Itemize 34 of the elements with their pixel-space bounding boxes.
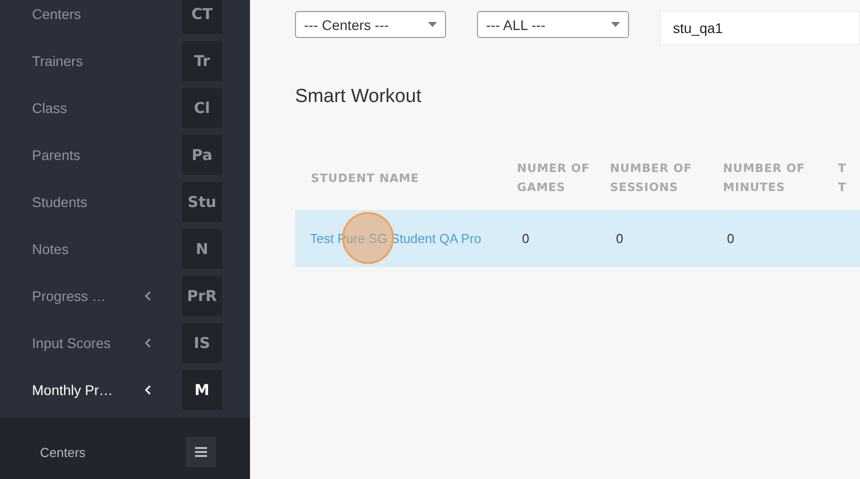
menu-item[interactable]: Trainers bbox=[32, 52, 182, 68]
column-header: NUMBER OF SESSIONS bbox=[610, 160, 694, 196]
column-header: NUMER OF GAMES bbox=[516, 160, 591, 196]
menu-item[interactable]: Students bbox=[32, 194, 182, 210]
menu-item[interactable]: Parents bbox=[32, 146, 182, 162]
column-header: T T bbox=[838, 160, 848, 196]
column-header: NUMBER OF MINUTES bbox=[723, 160, 806, 196]
section-title: Smart Workout bbox=[295, 86, 422, 108]
column-header: STUDENT NAME bbox=[310, 170, 420, 186]
dropdown[interactable]: --- ALL --- bbox=[477, 11, 629, 38]
caret-icon bbox=[611, 22, 620, 27]
menu-abbreviation-tile[interactable]: Tr bbox=[182, 40, 222, 80]
menu-abbreviation-tile[interactable]: PrR bbox=[182, 276, 222, 316]
table-cell: 0 bbox=[522, 230, 530, 246]
search-field[interactable]: stu_qa1 bbox=[660, 11, 860, 45]
menu-abbreviation-tile[interactable]: IS bbox=[182, 322, 222, 362]
dropdown[interactable]: --- Centers --- bbox=[295, 11, 446, 38]
menu-abbreviation-tile[interactable]: Cl bbox=[182, 88, 222, 128]
menu-icon[interactable] bbox=[186, 437, 216, 467]
menu-abbreviation-tile[interactable]: M bbox=[182, 370, 222, 410]
menu-item[interactable]: Monthly Pr… bbox=[32, 382, 144, 398]
menu-item[interactable]: Input Scores bbox=[32, 334, 144, 350]
menu-item[interactable]: Centers bbox=[32, 6, 182, 22]
submenu-item[interactable]: Centers bbox=[40, 444, 186, 460]
menu-abbreviation-tile[interactable]: Stu bbox=[182, 182, 222, 222]
menu-abbreviation-tile[interactable]: N bbox=[182, 228, 222, 268]
menu-abbreviation-tile[interactable]: Pa bbox=[182, 134, 222, 174]
menu-abbreviation-tile[interactable]: CT bbox=[182, 0, 222, 34]
menu-item[interactable]: Notes bbox=[32, 240, 182, 256]
menu-item[interactable]: Progress … bbox=[32, 288, 144, 304]
table-cell: 0 bbox=[616, 230, 624, 246]
table-cell: 0 bbox=[727, 230, 734, 246]
caret-icon bbox=[428, 22, 438, 27]
menu-item[interactable]: Class bbox=[32, 100, 182, 116]
